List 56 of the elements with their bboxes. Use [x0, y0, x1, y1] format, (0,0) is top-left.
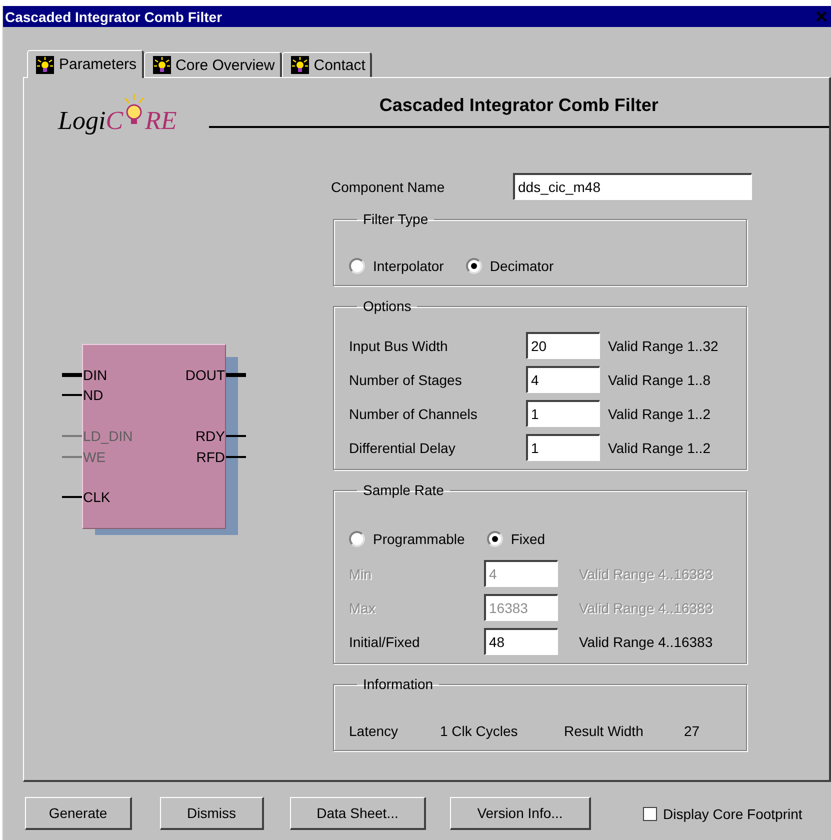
dialog-button[interactable]: Data Sheet... — [290, 797, 426, 830]
tab[interactable]: Contact — [282, 52, 372, 77]
number-field[interactable]: 4 — [526, 366, 600, 393]
field-label: Input Bus Width — [349, 338, 449, 354]
group-title: Information — [362, 676, 434, 692]
dialog-button[interactable]: Generate — [25, 797, 132, 830]
field-label: Min — [349, 566, 373, 582]
radio-option[interactable]: Decimator — [466, 258, 554, 274]
pin-label: LD_DIN — [82, 428, 134, 444]
field-label: Differential Delay — [349, 440, 456, 456]
lightbulb-icon — [290, 56, 309, 74]
range-hint: Valid Range 4..16383 — [579, 634, 714, 650]
field-label: Number of Channels — [349, 406, 478, 422]
field-label: Initial/Fixed — [349, 634, 421, 650]
range-hint: Valid Range 1..32 — [608, 338, 720, 354]
range-hint: Valid Range 4..16383 — [579, 566, 714, 582]
pin-label: RDY — [194, 428, 226, 444]
range-hint: Valid Range 1..8 — [608, 372, 712, 388]
pin-label: RFD — [195, 449, 226, 465]
field-label: Component Name — [331, 178, 446, 194]
window-title: Cascaded Integrator Comb Filter — [5, 8, 222, 24]
info-text: Result Width — [564, 723, 644, 739]
number-field[interactable]: 1 — [526, 434, 600, 461]
dialog-button[interactable]: Dismiss — [160, 797, 264, 830]
dialog-button[interactable]: Version Info... — [450, 797, 591, 830]
footprint-checkbox[interactable]: Display Core Footprint — [643, 806, 802, 822]
field-label: Max — [349, 600, 376, 616]
logo: LogiC RE — [58, 92, 177, 136]
info-text: 27 — [684, 723, 701, 739]
lightbulb-icon — [152, 56, 171, 74]
group-title: Options — [362, 298, 412, 314]
page-heading: Cascaded Integrator Comb Filter — [378, 94, 660, 117]
info-text: Latency — [349, 723, 400, 739]
radio-option[interactable]: Interpolator — [349, 258, 444, 274]
field-label: Number of Stages — [349, 372, 463, 388]
group-title: Filter Type — [362, 211, 430, 227]
info-text: 1 Clk Cycles — [440, 723, 519, 739]
component-name-field[interactable]: dds_cic_m48 — [513, 173, 752, 200]
number-field[interactable]: 48 — [484, 628, 558, 655]
pin-label: DIN — [82, 367, 108, 383]
pin-label: WE — [82, 449, 107, 465]
number-field[interactable]: 20 — [526, 332, 600, 359]
tab[interactable]: Parameters — [27, 50, 144, 78]
range-hint: Valid Range 4..16383 — [579, 600, 714, 616]
pin-label: CLK — [82, 489, 112, 505]
tab[interactable]: Core Overview — [144, 52, 282, 77]
pin-label: ND — [82, 387, 104, 403]
number-field[interactable]: 1 — [526, 400, 600, 427]
lightbulb-icon — [36, 56, 54, 74]
close-icon[interactable] — [816, 11, 827, 22]
radio-option[interactable]: Programmable — [349, 531, 465, 547]
range-hint: Valid Range 1..2 — [608, 440, 712, 456]
group-title: Sample Rate — [362, 482, 445, 498]
range-hint: Valid Range 1..2 — [608, 406, 712, 422]
pin-label: DOUT — [184, 367, 226, 383]
radio-option[interactable]: Fixed — [486, 531, 546, 547]
